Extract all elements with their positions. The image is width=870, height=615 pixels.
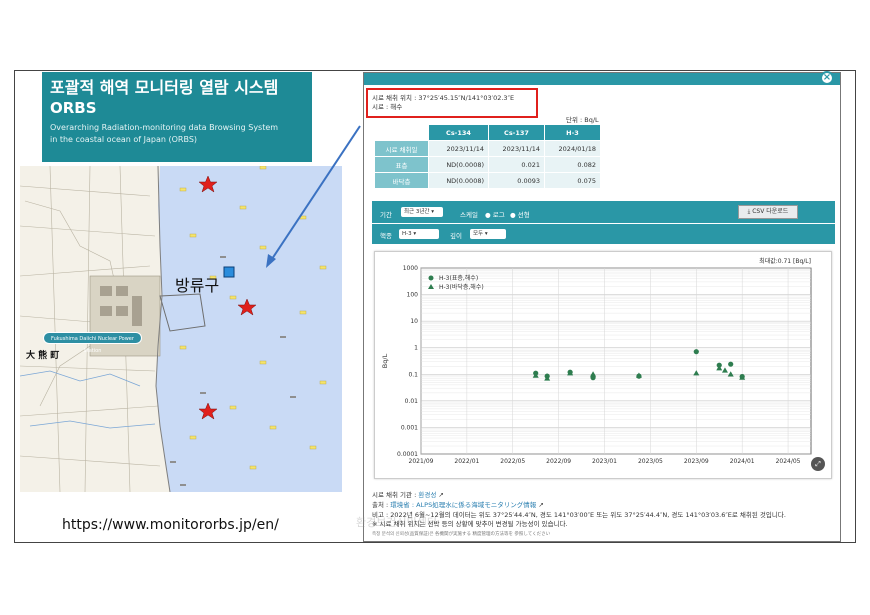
y-axis-label: Bq/L [381, 353, 389, 368]
period-label: 기간 [380, 211, 392, 219]
legend-label: H-3(표층,해수) [439, 274, 478, 282]
x-tick-label: 2023/05 [638, 458, 663, 465]
popup-header-bar [364, 73, 840, 85]
y-tick-label: 1000 [403, 265, 418, 272]
table-header-row: Cs-134 Cs-137 H-3 [374, 124, 601, 141]
town-label: 大 熊 町 [26, 351, 60, 361]
depth-select[interactable]: 모두 ▾ [470, 229, 506, 239]
external-link-icon: ↗ [438, 491, 444, 499]
row-label: 바닥층 [374, 172, 429, 189]
tiny-note: 측정 분석의 신뢰성(品質保証)은 各機関が実施する 精度管理の方法等を 参照し… [372, 532, 551, 537]
table-cell: 2023/11/14 [488, 140, 545, 157]
data-point-surface [693, 349, 699, 355]
download-icon: ⤓ [747, 208, 751, 215]
x-tick-label: 2023/01 [592, 458, 617, 465]
y-tick-label: 0.001 [401, 424, 418, 431]
source-url[interactable]: https://www.monitororbs.jp/en/ [62, 517, 279, 533]
nuclide-control-bar [372, 224, 835, 244]
orbs-banner: 포괄적 해역 모니터링 열람 시스템 ORBS Overarching Radi… [42, 72, 312, 162]
table-header: Cs-134 [428, 124, 489, 141]
table-cell: ND(0.0008) [428, 156, 489, 173]
unit-label: 단위 : Bq/L [566, 116, 599, 124]
monitoring-map[interactable] [20, 166, 342, 492]
table-cell: 0.021 [488, 156, 545, 173]
table-cell: 2023/11/14 [428, 140, 489, 157]
row-label: 표층 [374, 156, 429, 173]
table-cell: 0.082 [544, 156, 601, 173]
scale-label: 스케일 [460, 211, 478, 219]
table-row: 시료 채취일 2023/11/14 2023/11/14 2024/01/18 [374, 140, 601, 157]
note-line: 비고 : 2022년 6월~12월의 데이터는 위도 37°25′44.4″N,… [372, 511, 786, 519]
table-cell: ND(0.0008) [428, 172, 489, 189]
nuclide-select[interactable]: H-3 ▾ [399, 229, 439, 239]
y-tick-label: 0.01 [405, 398, 419, 405]
close-icon[interactable]: × [820, 71, 834, 85]
period-select[interactable]: 최근 3년간 ▾ [401, 207, 443, 217]
table-header: H-3 [544, 124, 601, 141]
table-row: 바닥층 ND(0.0008) 0.0093 0.075 [374, 172, 601, 189]
x-tick-label: 2022/09 [546, 458, 571, 465]
table-row: 표층 ND(0.0008) 0.021 0.082 [374, 156, 601, 173]
depth-label: 깊이 [450, 232, 462, 240]
y-tick-label: 100 [407, 292, 419, 299]
plant-tag[interactable]: Fukushima Daiichi Nuclear Power Station [43, 332, 142, 354]
expand-icon[interactable]: ⤢ [811, 457, 825, 471]
x-tick-label: 2024/01 [730, 458, 755, 465]
agency-line: 시료 채취 기관 : 환경성 ↗ [372, 491, 444, 499]
x-tick-label: 2022/05 [500, 458, 525, 465]
scale-radio-linear[interactable]: ● 선형 [510, 209, 530, 219]
location-info: 시료 채취 위치 : 37°25′45.15″N/141°03′02.3″E 시… [372, 94, 514, 112]
x-tick-label: 2024/05 [776, 458, 801, 465]
map-canvas[interactable] [20, 166, 342, 492]
banner-subtitle-2: in the coastal ocean of Japan (ORBS) [50, 135, 198, 144]
table-header: Cs-137 [488, 124, 545, 141]
y-tick-label: 1 [414, 345, 418, 352]
y-tick-label: 0.1 [408, 371, 418, 378]
x-tick-label: 2021/09 [409, 458, 434, 465]
x-tick-label: 2022/01 [454, 458, 479, 465]
chart-container: 1000 100 10 1 0.1 0.01 0.001 0.0001 2021/09 2022/… [374, 251, 832, 479]
banner-title-ko: 포괄적 해역 모니터링 열람 시스템 [50, 78, 279, 97]
period-select-value: 최근 3년간 [404, 209, 430, 215]
table-cell: 0.0093 [488, 172, 545, 189]
agency-link[interactable]: 환경성 [418, 491, 436, 499]
max-value-label: 최대값:0.71 [Bq/L] [759, 257, 811, 265]
external-link-icon: ↗ [538, 501, 544, 509]
legend-label: H-3(바닥층,해수) [439, 283, 484, 291]
discharge-label: 방류구 [175, 276, 220, 295]
x-tick-label: 2023/09 [684, 458, 709, 465]
table-header-blank [374, 124, 429, 141]
source-link[interactable]: 環境省 : ALPS処理水に係る海域モニタリング情報 [390, 501, 536, 509]
csv-download-button[interactable]: ⤓ CSV 다운로드 [738, 205, 798, 219]
row-label: 시료 채취일 [374, 140, 429, 157]
legend-marker-surface [428, 275, 434, 281]
banner-title-en: ORBS [50, 99, 97, 117]
banner-subtitle-1: Overarching Radiation-monitoring data Br… [50, 123, 279, 132]
nuclide-label: 핵종 [380, 232, 392, 240]
y-tick-label: 0.0001 [397, 451, 418, 458]
sample-line: 시료 : 해수 [372, 103, 403, 111]
location-line: 시료 채취 위치 : 37°25′45.15″N/141°03′02.3″E [372, 94, 515, 102]
table-cell: 2024/01/18 [544, 140, 601, 157]
sample-table: Cs-134 Cs-137 H-3 시료 채취일 2023/11/14 2023… [374, 124, 601, 189]
source-line: 출처 : 環境省 : ALPS処理水に係る海域モニタリング情報 ↗ [372, 501, 544, 509]
h3-chart: 1000 100 10 1 0.1 0.01 0.001 0.00012021/09 2022/… [381, 257, 812, 465]
discharge-outlet-marker [223, 266, 235, 278]
watermark: 환경보건시민센터 [356, 516, 437, 529]
table-cell: 0.075 [544, 172, 601, 189]
data-point-surface [728, 361, 734, 367]
y-tick-label: 10 [410, 318, 418, 325]
scale-radio-log[interactable]: ● 로그 [485, 209, 505, 219]
